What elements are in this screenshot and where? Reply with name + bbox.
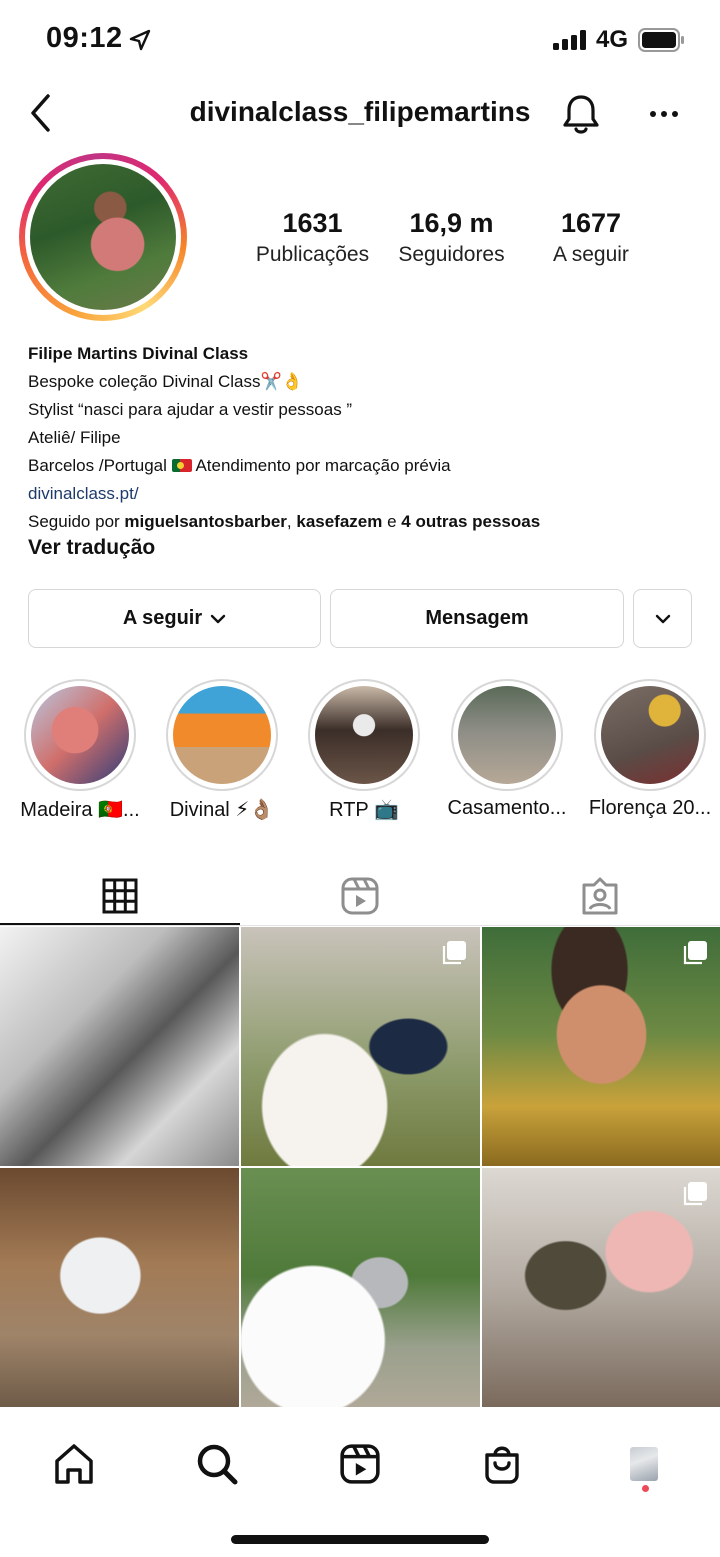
shop-icon (485, 1446, 519, 1484)
bio-location: Barcelos /Portugal (28, 456, 167, 475)
stat-value: 1631 (282, 208, 343, 238)
bio-line: Bespoke coleção Divinal Class✂️👌 (28, 372, 303, 391)
stat-following[interactable]: 1677 A seguir (535, 208, 647, 267)
followed-sep: , (286, 512, 297, 531)
bio-line: Stylist “nasci para ajudar a vestir pess… (28, 400, 353, 419)
highlight-label: Florença 20... (588, 797, 712, 819)
home-icon (55, 1444, 93, 1484)
multiple-photos-icon (683, 1182, 707, 1206)
post-thumbnail[interactable] (0, 1168, 239, 1407)
post-thumbnail[interactable] (482, 1168, 720, 1407)
following-button[interactable]: A seguir (28, 589, 321, 648)
signal-icon (553, 30, 586, 50)
profile-bio: Filipe Martins Divinal Class Bespoke col… (28, 340, 698, 536)
nav-shop[interactable] (472, 1434, 532, 1494)
portugal-flag-icon (171, 459, 192, 472)
highlight-label: Madeira 🇵🇹... (20, 799, 140, 821)
suggested-accounts-button[interactable] (633, 589, 692, 648)
posts-grid (0, 927, 720, 1413)
reels-icon (341, 877, 379, 915)
following-label: A seguir (122, 607, 203, 629)
back-icon[interactable] (26, 92, 60, 134)
highlight-cover (31, 686, 129, 784)
highlight-cover (601, 686, 699, 784)
nav-reels[interactable] (330, 1434, 390, 1494)
highlight-casamento[interactable]: Casamento... (447, 679, 567, 819)
followed-by[interactable]: Seguido por miguelsantosbarber, kasefaze… (28, 508, 698, 536)
tab-reels[interactable] (240, 866, 480, 926)
stat-followers[interactable]: 16,9 m Seguidores (388, 208, 515, 267)
highlight-label: Divinal ⚡👌🏽 (169, 799, 275, 821)
profile-thumbnail (630, 1447, 658, 1481)
followed-user: miguelsantosbarber (124, 512, 287, 531)
highlight-cover (173, 686, 271, 784)
chevron-down-icon (210, 614, 226, 623)
highlight-florenca[interactable]: Florença 20... (589, 679, 711, 819)
stat-label: Seguidores (398, 243, 505, 266)
bio-name: Filipe Martins Divinal Class (28, 344, 249, 363)
followed-and: e (382, 512, 402, 531)
nav-home[interactable] (44, 1434, 104, 1494)
profile-avatar[interactable] (19, 153, 187, 321)
location-arrow-icon (129, 29, 151, 51)
post-thumbnail[interactable] (0, 927, 239, 1166)
status-bar: 09:12 4G (0, 0, 720, 80)
post-thumbnail[interactable] (241, 1168, 480, 1407)
avatar-photo (30, 164, 176, 310)
chevron-down-icon (655, 614, 670, 623)
more-icon[interactable] (648, 104, 680, 124)
highlight-label: RTP 📺 (329, 799, 399, 821)
tagged-icon (582, 877, 618, 915)
followed-user: kasefazem (296, 512, 383, 531)
stat-posts[interactable]: 1631 Publicações (245, 208, 380, 267)
highlight-cover (315, 686, 413, 784)
followed-others: 4 outras pessoas (401, 512, 541, 531)
bio-link[interactable]: divinalclass.pt/ (28, 480, 698, 508)
bell-icon[interactable] (560, 92, 602, 136)
stat-label: Publicações (255, 243, 370, 266)
tabs-divider (0, 925, 720, 926)
highlight-cover (458, 686, 556, 784)
notification-dot (642, 1485, 649, 1492)
bio-location-line: Barcelos /Portugal Atendimento por marca… (28, 452, 698, 480)
tab-grid[interactable] (0, 866, 240, 926)
highlight-label: Casamento... (447, 797, 567, 819)
bio-appointment: Atendimento por marcação prévia (195, 456, 451, 475)
post-thumbnail[interactable] (482, 927, 720, 1166)
grid-icon (102, 878, 138, 914)
highlight-divinal[interactable]: Divinal ⚡👌🏽 (162, 679, 282, 821)
stat-value: 16,9 m (409, 208, 494, 238)
message-button[interactable]: Mensagem (330, 589, 624, 648)
see-translation-link[interactable]: Ver tradução (28, 536, 155, 560)
network-label: 4G (596, 26, 629, 53)
multiple-photos-icon (683, 941, 707, 965)
stat-value: 1677 (560, 208, 622, 238)
followed-prefix: Seguido por (28, 512, 125, 531)
message-label: Mensagem (425, 607, 529, 629)
bio-line: Ateliê/ Filipe (28, 428, 121, 447)
post-thumbnail[interactable] (241, 927, 480, 1166)
search-icon (197, 1444, 238, 1485)
profile-username: divinalclass_filipemartins (189, 96, 531, 127)
stat-label: A seguir (553, 243, 629, 266)
battery-icon (638, 28, 684, 52)
tab-tagged[interactable] (480, 866, 720, 926)
highlight-madeira[interactable]: Madeira 🇵🇹... (20, 679, 140, 821)
home-indicator[interactable] (231, 1535, 489, 1544)
highlight-rtp[interactable]: RTP 📺 (304, 679, 424, 821)
status-time: 09:12 (46, 22, 123, 54)
nav-search[interactable] (187, 1434, 247, 1494)
reels-nav-icon (340, 1444, 380, 1484)
multiple-photos-icon (442, 941, 466, 965)
